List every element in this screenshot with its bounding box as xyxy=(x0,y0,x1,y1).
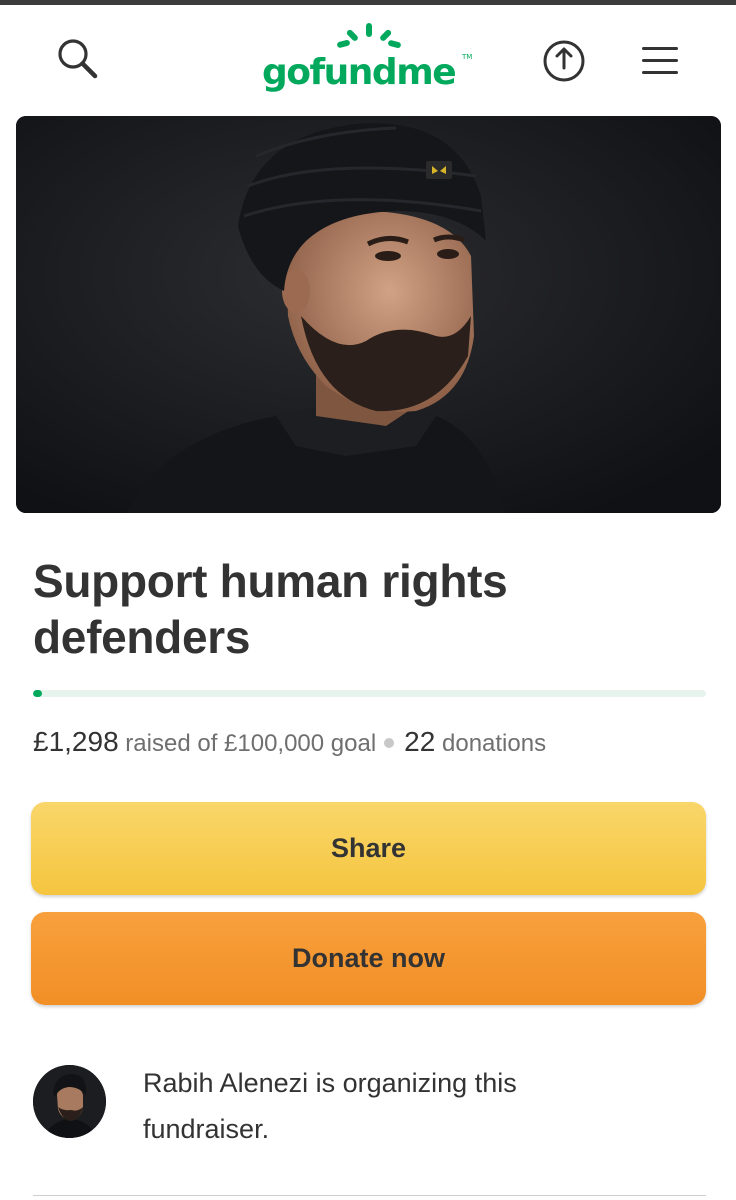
donations-label: donations xyxy=(435,730,547,757)
raised-amount: £1,298 xyxy=(33,726,119,757)
share-upload-icon xyxy=(541,38,587,89)
menu-icon xyxy=(638,44,682,83)
search-icon xyxy=(53,34,103,89)
donation-count: 22 xyxy=(404,726,436,757)
campaign-hero-image xyxy=(16,116,721,513)
avatar[interactable] xyxy=(33,1065,106,1138)
menu-button[interactable] xyxy=(632,35,688,91)
campaign-title: Support human rights defenders xyxy=(33,555,508,663)
separator-dot xyxy=(384,737,395,748)
fundraising-progress-bar xyxy=(33,690,706,697)
top-header: gofundme TM xyxy=(0,5,736,113)
logo-wordmark: gofundme xyxy=(262,52,457,93)
logo-sun-rays-icon xyxy=(337,23,401,49)
donate-now-button[interactable]: Donate now xyxy=(31,912,706,1005)
logo-trademark: TM xyxy=(462,53,473,61)
organizer-description: Rabih Alenezi is organizing this fundrai… xyxy=(143,1068,517,1144)
progress-fill xyxy=(33,690,42,697)
organizer-section: Rabih Alenezi is organizing this fundrai… xyxy=(33,1060,713,1160)
search-button[interactable] xyxy=(50,33,106,89)
share-button[interactable]: Share xyxy=(31,802,706,895)
fundraising-stats: £1,298 raised of £100,000 goal 22 donatio… xyxy=(33,724,723,762)
section-divider xyxy=(33,1195,706,1196)
raised-of-goal-text: raised of £100,000 goal xyxy=(118,730,377,757)
gofundme-logo[interactable]: gofundme TM xyxy=(262,23,476,103)
organizer-portrait-photo xyxy=(16,116,721,513)
organizer-avatar-photo xyxy=(33,1065,106,1138)
header-share-button[interactable] xyxy=(536,35,592,91)
